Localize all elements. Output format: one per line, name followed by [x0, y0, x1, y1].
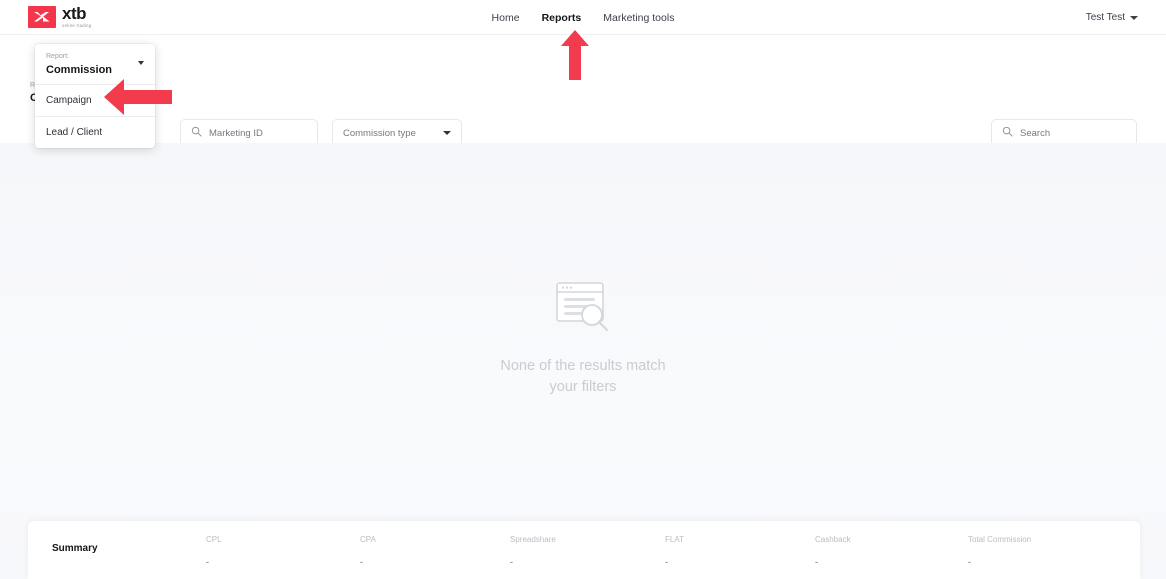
summary-column-cpl: CPL -	[206, 535, 222, 567]
annotation-arrow-left-campaign	[104, 78, 172, 121]
summary-value: -	[815, 557, 818, 567]
search-icon	[191, 124, 202, 142]
report-dropdown-value: Commission	[46, 64, 113, 77]
summary-header: CPL	[206, 535, 222, 544]
summary-header: FLAT	[665, 535, 684, 544]
summary-value: -	[510, 557, 513, 567]
empty-state-line-1: None of the results match	[500, 358, 666, 374]
chevron-down-icon	[443, 131, 451, 135]
dropdown-option-lead-client[interactable]: Lead / Client	[35, 117, 155, 148]
results-area: None of the results match your filters	[0, 143, 1166, 579]
search-icon	[1002, 124, 1013, 142]
report-dropdown-label: Report:	[46, 53, 69, 60]
summary-value: -	[968, 557, 971, 567]
summary-label: Summary	[52, 543, 98, 554]
nav-item-reports[interactable]: Reports	[542, 12, 582, 24]
document-search-icon	[554, 281, 612, 338]
marketing-id-placeholder: Marketing ID	[209, 127, 263, 139]
app-root: xtb online trading Home Reports Marketin…	[0, 0, 1166, 579]
chevron-down-icon	[1130, 15, 1138, 20]
nav-item-home[interactable]: Home	[492, 12, 520, 24]
annotation-arrow-up-reports	[560, 30, 590, 85]
empty-state: None of the results match your filters	[0, 281, 1166, 398]
summary-header: CPA	[360, 535, 376, 544]
search-placeholder: Search	[1020, 127, 1051, 139]
summary-column-flat: FLAT -	[665, 535, 684, 567]
empty-state-line-2: your filters	[549, 379, 617, 396]
empty-state-message: None of the results match your filters	[500, 356, 665, 398]
user-name-label: Test Test	[1085, 12, 1125, 23]
chevron-down-icon	[138, 61, 144, 65]
summary-header: Cashback	[815, 535, 851, 544]
summary-header: Total Commission	[968, 535, 1032, 544]
summary-value: -	[206, 557, 209, 567]
summary-column-total-commission: Total Commission -	[968, 535, 1031, 567]
summary-column-cpa: CPA -	[360, 535, 376, 567]
nav-item-marketing-tools[interactable]: Marketing tools	[603, 12, 674, 24]
summary-value: -	[665, 557, 668, 567]
user-menu[interactable]: Test Test	[1086, 0, 1138, 35]
summary-column-cashback: Cashback -	[815, 535, 851, 567]
summary-column-spreadshare: Spreadshare -	[510, 535, 556, 567]
summary-bar: Summary CPL - CPA - Spreadshare - FLAT -…	[28, 521, 1140, 579]
summary-header: Spreadshare	[510, 535, 556, 544]
commission-type-placeholder: Commission type	[343, 127, 416, 139]
summary-value: -	[360, 557, 363, 567]
